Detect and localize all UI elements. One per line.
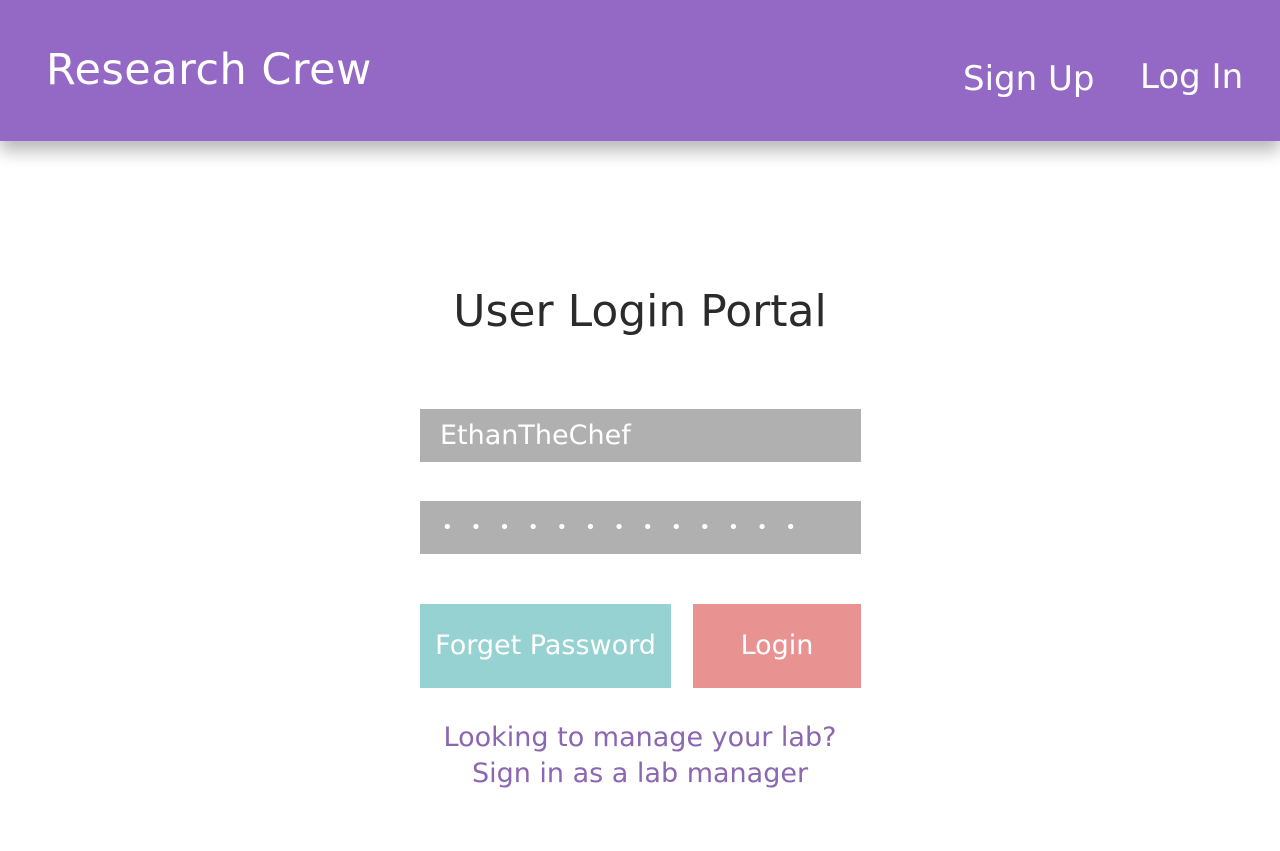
lab-manager-section: Looking to manage your lab? Sign in as a… bbox=[0, 720, 1280, 792]
nav-log-in-link[interactable]: Log In bbox=[1140, 55, 1243, 99]
forget-password-button[interactable]: Forget Password bbox=[420, 604, 671, 688]
top-nav-bar: Research Crew Sign Up Log In bbox=[0, 0, 1280, 141]
login-button[interactable]: Login bbox=[693, 604, 861, 688]
username-input[interactable] bbox=[420, 409, 861, 462]
brand-logo-text[interactable]: Research Crew bbox=[46, 42, 372, 98]
nav-sign-up-link[interactable]: Sign Up bbox=[963, 57, 1094, 101]
page-title: User Login Portal bbox=[453, 286, 827, 337]
password-input[interactable]: ••••••••••••• bbox=[420, 501, 861, 554]
lab-manager-prompt: Looking to manage your lab? bbox=[443, 722, 837, 753]
lab-manager-signin-link[interactable]: Sign in as a lab manager bbox=[0, 756, 1280, 792]
